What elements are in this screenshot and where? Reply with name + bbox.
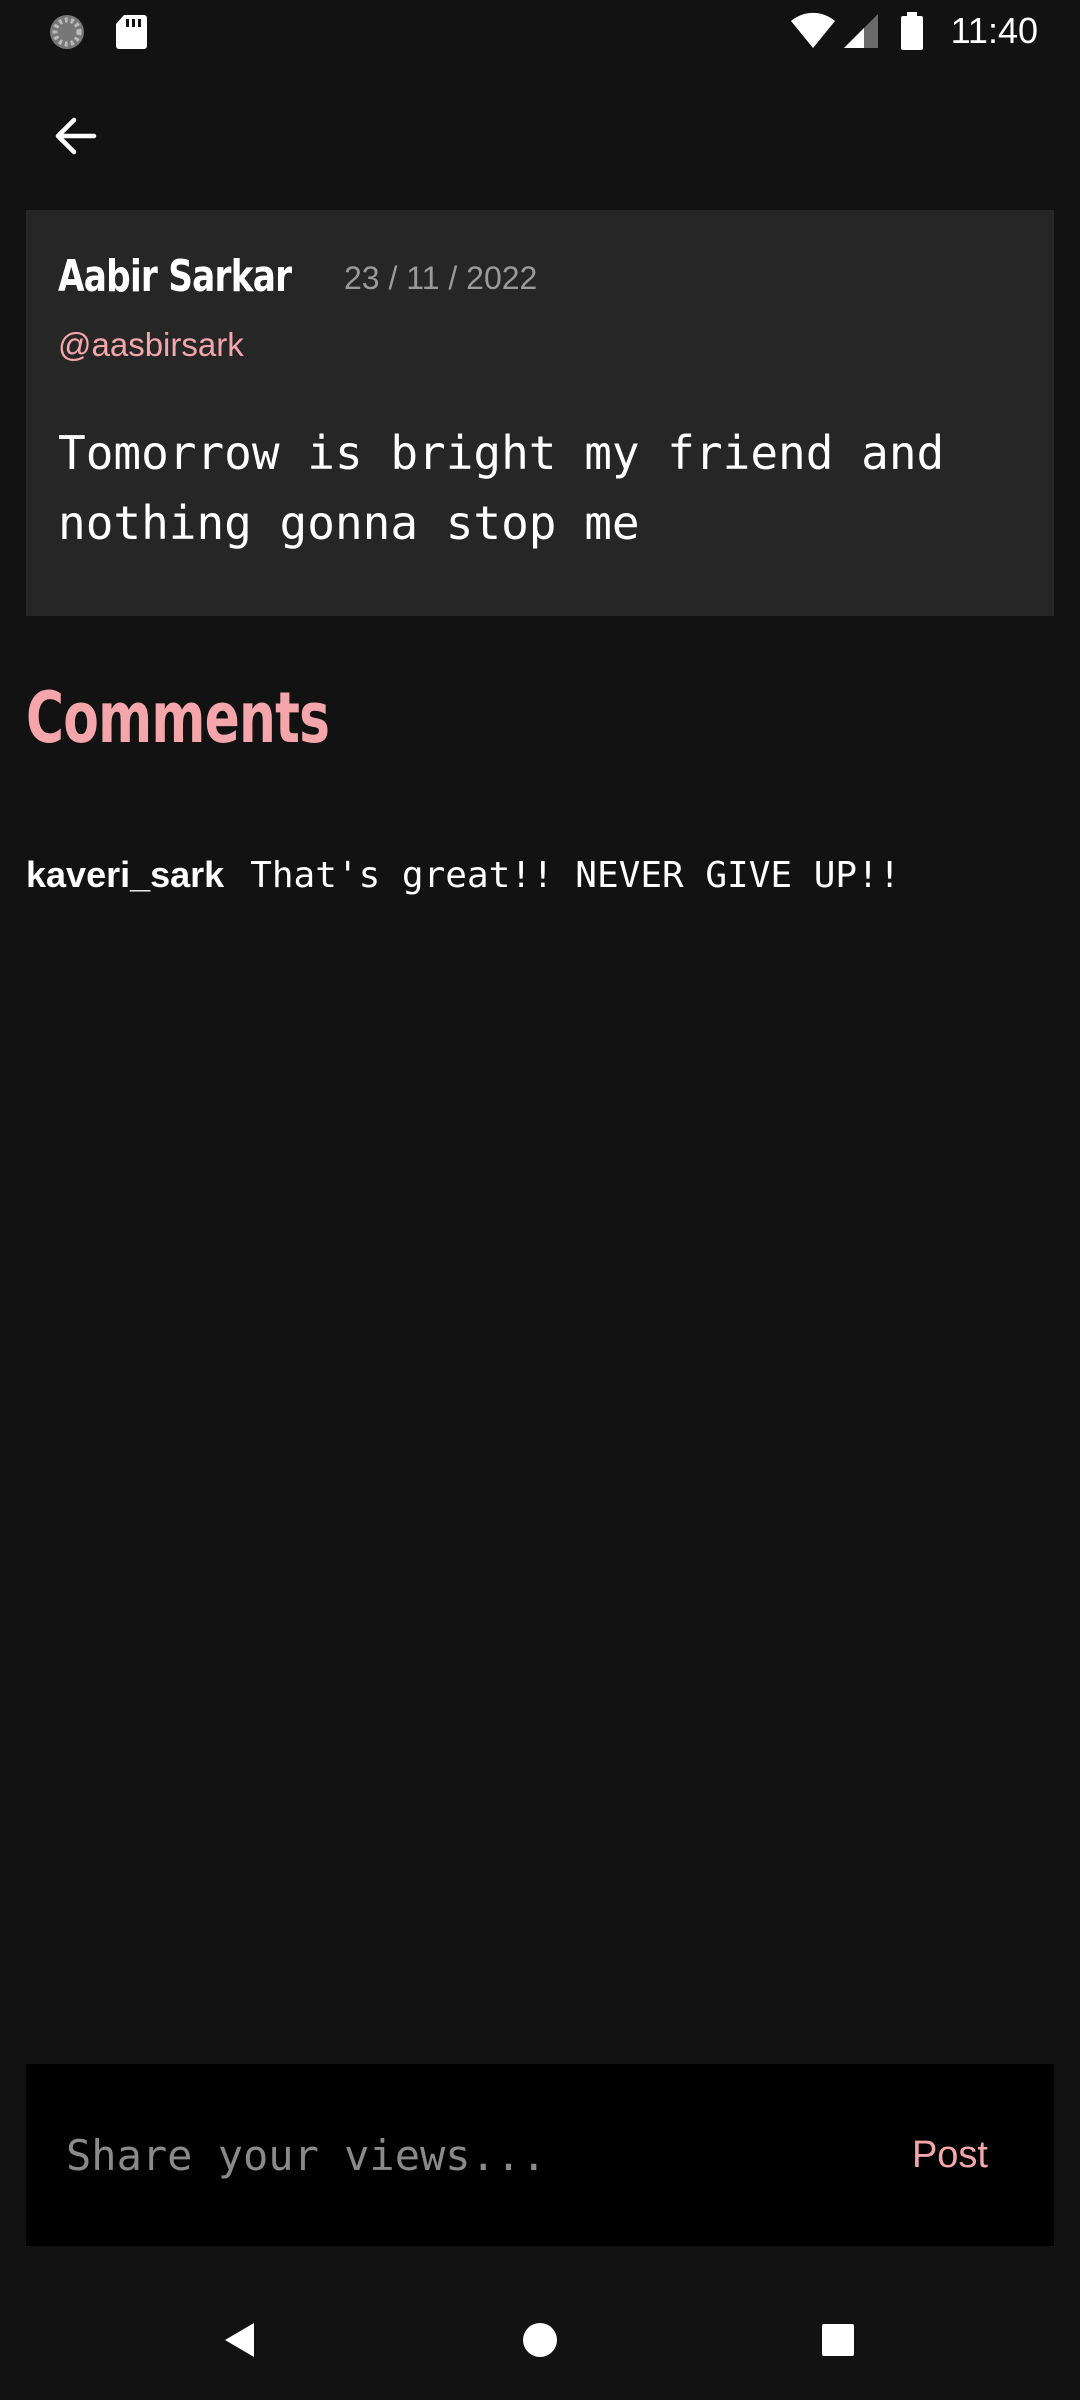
comments-heading: Comments — [26, 677, 330, 759]
post-date: 23 / 11 / 2022 — [344, 260, 538, 296]
recents-square-icon — [822, 2324, 854, 2356]
battery-icon — [900, 12, 924, 57]
nav-home-button[interactable] — [510, 2310, 570, 2370]
status-time: 11:40 — [950, 10, 1038, 51]
home-circle-icon — [523, 2323, 557, 2357]
post-author-handle: @aasbirsark — [58, 326, 244, 363]
system-nav-bar — [0, 2280, 1080, 2400]
signal-icon — [842, 12, 880, 55]
back-triangle-icon — [225, 2323, 254, 2357]
arrow-left-icon — [55, 117, 97, 155]
comment-text: That's great!! NEVER GIVE UP!! — [250, 854, 901, 896]
comment-input[interactable] — [66, 2120, 846, 2190]
wifi-icon — [790, 12, 836, 55]
post-body-text: Tomorrow is bright my friend and nothing… — [58, 426, 945, 550]
post-button[interactable]: Post — [912, 2130, 988, 2180]
post-card: Aabir Sarkar 23 / 11 / 2022 @aasbirsark … — [26, 210, 1054, 616]
comment-username[interactable]: kaveri_sark — [26, 854, 224, 896]
nav-recents-button[interactable] — [808, 2310, 868, 2370]
status-bar: 11:40 — [0, 0, 1080, 63]
back-button[interactable] — [44, 106, 104, 166]
comment-composer: Post — [26, 2064, 1054, 2246]
sd-card-icon — [114, 13, 148, 56]
nav-back-button[interactable] — [210, 2310, 270, 2370]
app-notification-icon — [48, 13, 86, 56]
post-author-name: Aabir Sarkar — [58, 251, 292, 302]
comment-item: kaveri_sark That's great!! NEVER GIVE UP… — [26, 848, 900, 902]
